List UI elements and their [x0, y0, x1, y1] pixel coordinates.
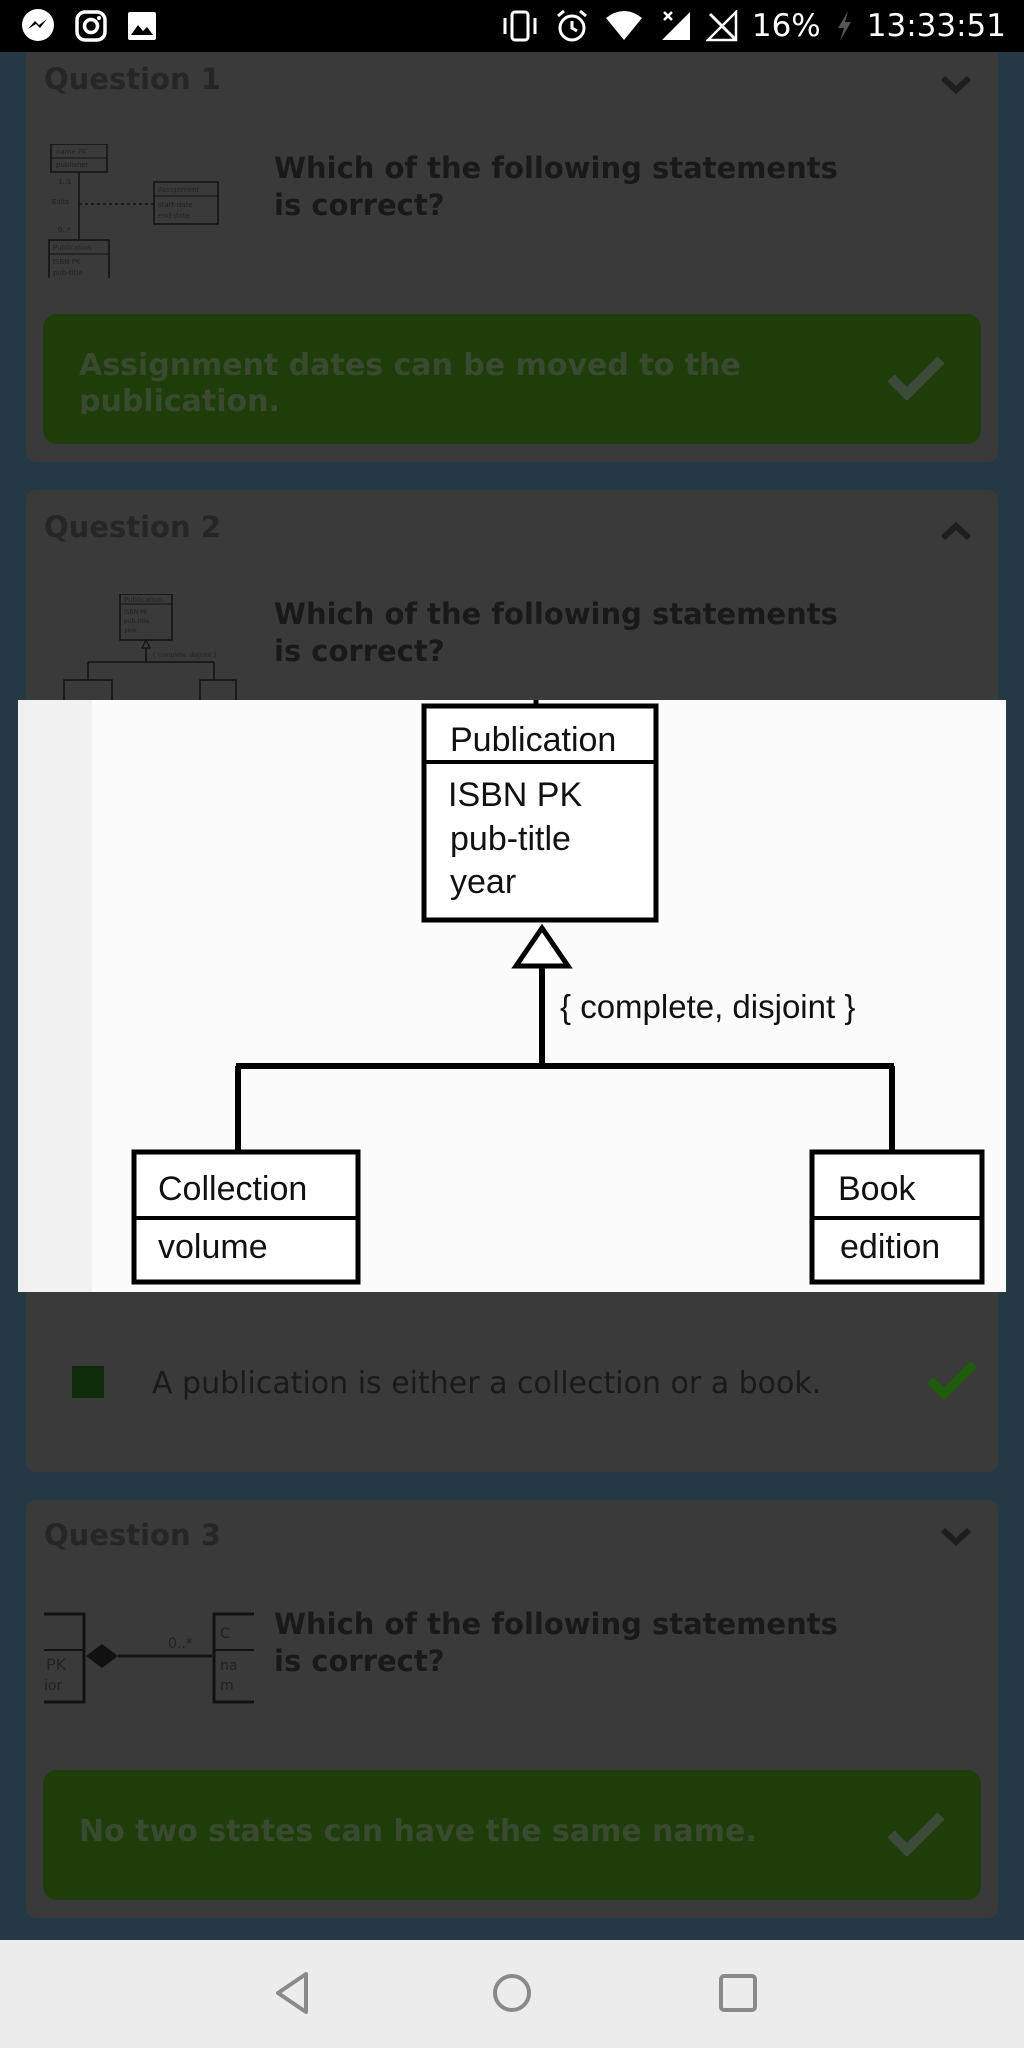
signal-icon [658, 10, 692, 42]
battery-percent: 16% [751, 8, 821, 44]
parent-attr-2: pub-title [450, 820, 571, 858]
question-thumbnail: PK ior 0..* C na m [44, 1612, 254, 1704]
alarm-icon [554, 8, 590, 44]
correct-answer: Assignment dates can be moved to the pub… [43, 314, 981, 444]
child-class-name: Book [838, 1170, 916, 1208]
child-attr: volume [158, 1228, 268, 1266]
question-card-1[interactable]: Question 1 name PK publisher 1..1 Edits … [26, 52, 998, 462]
question-thumbnail: name PK publisher 1..1 Edits Assignment … [44, 143, 224, 281]
thumb-box-line4: year [124, 627, 138, 634]
thumb-mult1: 1..1 [58, 178, 71, 186]
check-icon [887, 1810, 945, 1860]
thumb-mult: 0..* [168, 1636, 193, 1652]
selected-answer: A publication is either a collection or … [46, 1360, 978, 1406]
thumb-right-line3: m [220, 1678, 234, 1694]
question-title: Question 2 [44, 510, 221, 544]
thumb-box-line2: ISBN PK [124, 609, 149, 616]
thumb-box1-line1: name PK [56, 148, 87, 156]
chevron-up-icon[interactable] [940, 520, 972, 546]
thumb-label: Edits [52, 198, 70, 206]
chevron-down-icon[interactable] [940, 74, 972, 100]
constraint-label: { complete, disjoint } [560, 988, 855, 1025]
chevron-down-icon[interactable] [940, 1526, 972, 1552]
uml-diagram: Publication ISBN PK pub-title year { com… [131, 700, 985, 1285]
thumb-constraint: { complete, disjoint } [152, 652, 217, 659]
correct-answer: No two states can have the same name. [43, 1770, 981, 1900]
messenger-icon [20, 8, 56, 44]
system-nav-bar [0, 1940, 1024, 2048]
parent-class-name: Publication [450, 721, 616, 759]
thumb-left-line2: ior [44, 1678, 62, 1694]
thumb-box-line3: pub-title [124, 618, 150, 625]
question-title: Question 3 [44, 1518, 221, 1552]
child-class-name: Collection [158, 1170, 307, 1208]
thumb-box-line1: Publication [124, 596, 162, 604]
thumb-left-line1: PK [46, 1655, 67, 1674]
thumb-box2-line2: start-date [158, 201, 193, 209]
answer-marker [72, 1366, 104, 1398]
check-icon [887, 354, 945, 404]
instagram-icon [74, 9, 108, 43]
thumb-box3-line3: pub-title [53, 269, 83, 277]
question-text: Which of the following statements is cor… [274, 1607, 838, 1678]
answer-text: A publication is either a collection or … [152, 1366, 822, 1401]
no-signal-icon [705, 10, 738, 42]
charging-icon [835, 9, 853, 43]
question-text: Which of the following statements is cor… [274, 151, 838, 222]
wifi-icon [604, 10, 644, 42]
home-icon[interactable] [490, 1970, 534, 2020]
thumb-box1-line2: publisher [56, 161, 89, 169]
thumb-box3-line1: Publication [53, 244, 91, 252]
thumb-mult2: 0..* [58, 226, 71, 234]
gallery-icon [126, 10, 158, 42]
question-title: Question 1 [44, 62, 221, 96]
parent-attr-1: ISBN PK [448, 776, 582, 814]
check-icon [926, 1358, 978, 1404]
thumb-right-line2: na [220, 1658, 237, 1674]
recents-icon[interactable] [716, 1970, 760, 2020]
thumb-right-line1: C [220, 1626, 230, 1642]
generalization-arrow [511, 923, 573, 969]
question-thumbnail: Publication ISBN PK pub-title year { com… [44, 593, 264, 705]
clock: 13:33:51 [866, 8, 1006, 44]
vibrate-icon [500, 9, 540, 43]
question-text: Which of the following statements is cor… [274, 597, 838, 668]
status-bar: 16% 13:33:51 [0, 0, 1024, 52]
back-icon[interactable] [272, 1970, 312, 2020]
child-attr: edition [840, 1228, 940, 1266]
answer-text: No two states can have the same name. [79, 1814, 757, 1849]
thumb-box3-line2: ISBN PK [53, 258, 81, 266]
parent-attr-3: year [450, 863, 516, 901]
thumb-box2-line1: Assignment [158, 186, 199, 194]
diagram-image-viewer[interactable]: Publication ISBN PK pub-title year { com… [18, 700, 1006, 1292]
thumb-box2-line3: end-date [158, 212, 190, 220]
question-card-3[interactable]: Question 3 PK ior 0..* C na m Which of t… [26, 1500, 998, 1918]
answer-text: Assignment dates can be moved to the pub… [79, 348, 741, 414]
